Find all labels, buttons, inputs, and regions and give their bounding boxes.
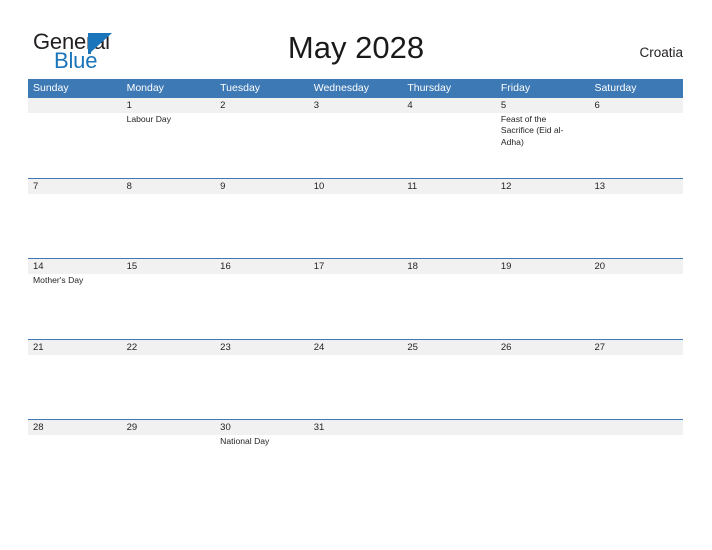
day-number[interactable]: 2 [215,98,309,113]
day-event [402,194,496,258]
day-number[interactable]: 26 [496,340,590,355]
day-event [589,274,683,338]
day-event [402,113,496,177]
week-date-numbers: 1 2 3 4 5 6 [28,98,683,113]
week-events [28,193,683,258]
week-events [28,354,683,419]
weekday-header-saturday: Saturday [594,82,637,94]
day-event [122,355,216,419]
page-title: May 2028 [287,30,425,65]
weekday-header-monday: Monday [126,82,164,94]
day-event [28,355,122,419]
day-number[interactable]: 23 [215,340,309,355]
calendar-table: Sunday Monday Tuesday Wednesday Thursday… [28,79,683,500]
day-event [309,194,403,258]
day-number[interactable]: 9 [215,179,309,194]
day-number[interactable]: 19 [496,259,590,274]
day-event [589,355,683,419]
day-number[interactable]: 25 [402,340,496,355]
day-number[interactable]: 29 [122,420,216,435]
day-event [402,274,496,338]
day-number[interactable]: 6 [589,98,683,113]
week-events: National Day [28,435,683,499]
country-label: Croatia [639,45,683,60]
day-number[interactable]: 11 [402,179,496,194]
day-event [122,435,216,499]
day-event: Feast of the Sacrifice (Eid al-Adha) [500,114,564,147]
weekday-header-thursday: Thursday [407,82,452,94]
day-number[interactable] [496,420,590,435]
day-event [215,355,309,419]
weekday-header-sunday: Sunday [33,82,69,94]
day-number[interactable]: 27 [589,340,683,355]
day-number[interactable]: 16 [215,259,309,274]
page-header: General Blue May 2028 Croatia [0,0,712,79]
week-row: 7 8 9 10 11 12 13 [28,177,683,259]
day-number[interactable]: 14 [28,259,122,274]
day-number[interactable]: 30 [215,420,309,435]
day-event [402,355,496,419]
week-date-numbers: 7 8 9 10 11 12 13 [28,178,683,194]
weekday-header-tuesday: Tuesday [220,82,261,94]
day-event [122,274,216,338]
day-number[interactable]: 8 [122,179,216,194]
day-number[interactable]: 13 [589,179,683,194]
weekday-header-friday: Friday [500,82,531,94]
week-events: Labour Day Feast of the Sacrifice (Eid a… [28,113,683,177]
day-event [122,194,216,258]
day-number[interactable]: 4 [402,98,496,113]
week-row: 21 22 23 24 25 26 27 [28,338,683,420]
day-number[interactable] [589,420,683,435]
day-event [215,194,309,258]
day-number[interactable]: 21 [28,340,122,355]
day-number[interactable]: 22 [122,340,216,355]
day-event: Labour Day [126,114,172,124]
day-number[interactable] [402,420,496,435]
week-row: 28 29 30 31 National Day [28,419,683,500]
day-number[interactable]: 12 [496,179,590,194]
weekday-header-row: Sunday Monday Tuesday Wednesday Thursday… [28,79,683,97]
day-event [309,113,403,177]
day-event [309,435,403,499]
day-event: Mother's Day [33,275,84,285]
day-number[interactable]: 15 [122,259,216,274]
day-event [496,435,590,499]
day-event [402,435,496,499]
day-event [28,194,122,258]
day-number[interactable] [28,98,122,113]
day-event [589,113,683,177]
week-events: Mother's Day [28,274,683,338]
day-number[interactable]: 10 [309,179,403,194]
day-number[interactable]: 31 [309,420,403,435]
week-date-numbers: 14 15 16 17 18 19 20 [28,259,683,274]
day-number[interactable]: 17 [309,259,403,274]
week-date-numbers: 21 22 23 24 25 26 27 [28,339,683,355]
day-number[interactable]: 28 [28,420,122,435]
day-event [496,274,590,338]
day-event [28,435,122,499]
day-number[interactable]: 20 [589,259,683,274]
week-row: 1 2 3 4 5 6 Labour Day Feast of the Sacr… [28,97,683,178]
day-event [496,194,590,258]
day-number[interactable]: 5 [496,98,590,113]
day-number[interactable]: 24 [309,340,403,355]
day-event [215,113,309,177]
day-number[interactable]: 1 [122,98,216,113]
day-event [309,355,403,419]
day-event [496,355,590,419]
day-event [28,113,122,177]
day-event [215,274,309,338]
day-event [589,435,683,499]
day-event [309,274,403,338]
weekday-header-wednesday: Wednesday [313,82,369,94]
day-event [589,194,683,258]
day-number[interactable]: 18 [402,259,496,274]
week-date-numbers: 28 29 30 31 [28,420,683,435]
day-event: National Day [220,436,270,446]
day-number[interactable]: 3 [309,98,403,113]
day-number[interactable]: 7 [28,179,122,194]
week-row: 14 15 16 17 18 19 20 Mother's Day [28,258,683,339]
